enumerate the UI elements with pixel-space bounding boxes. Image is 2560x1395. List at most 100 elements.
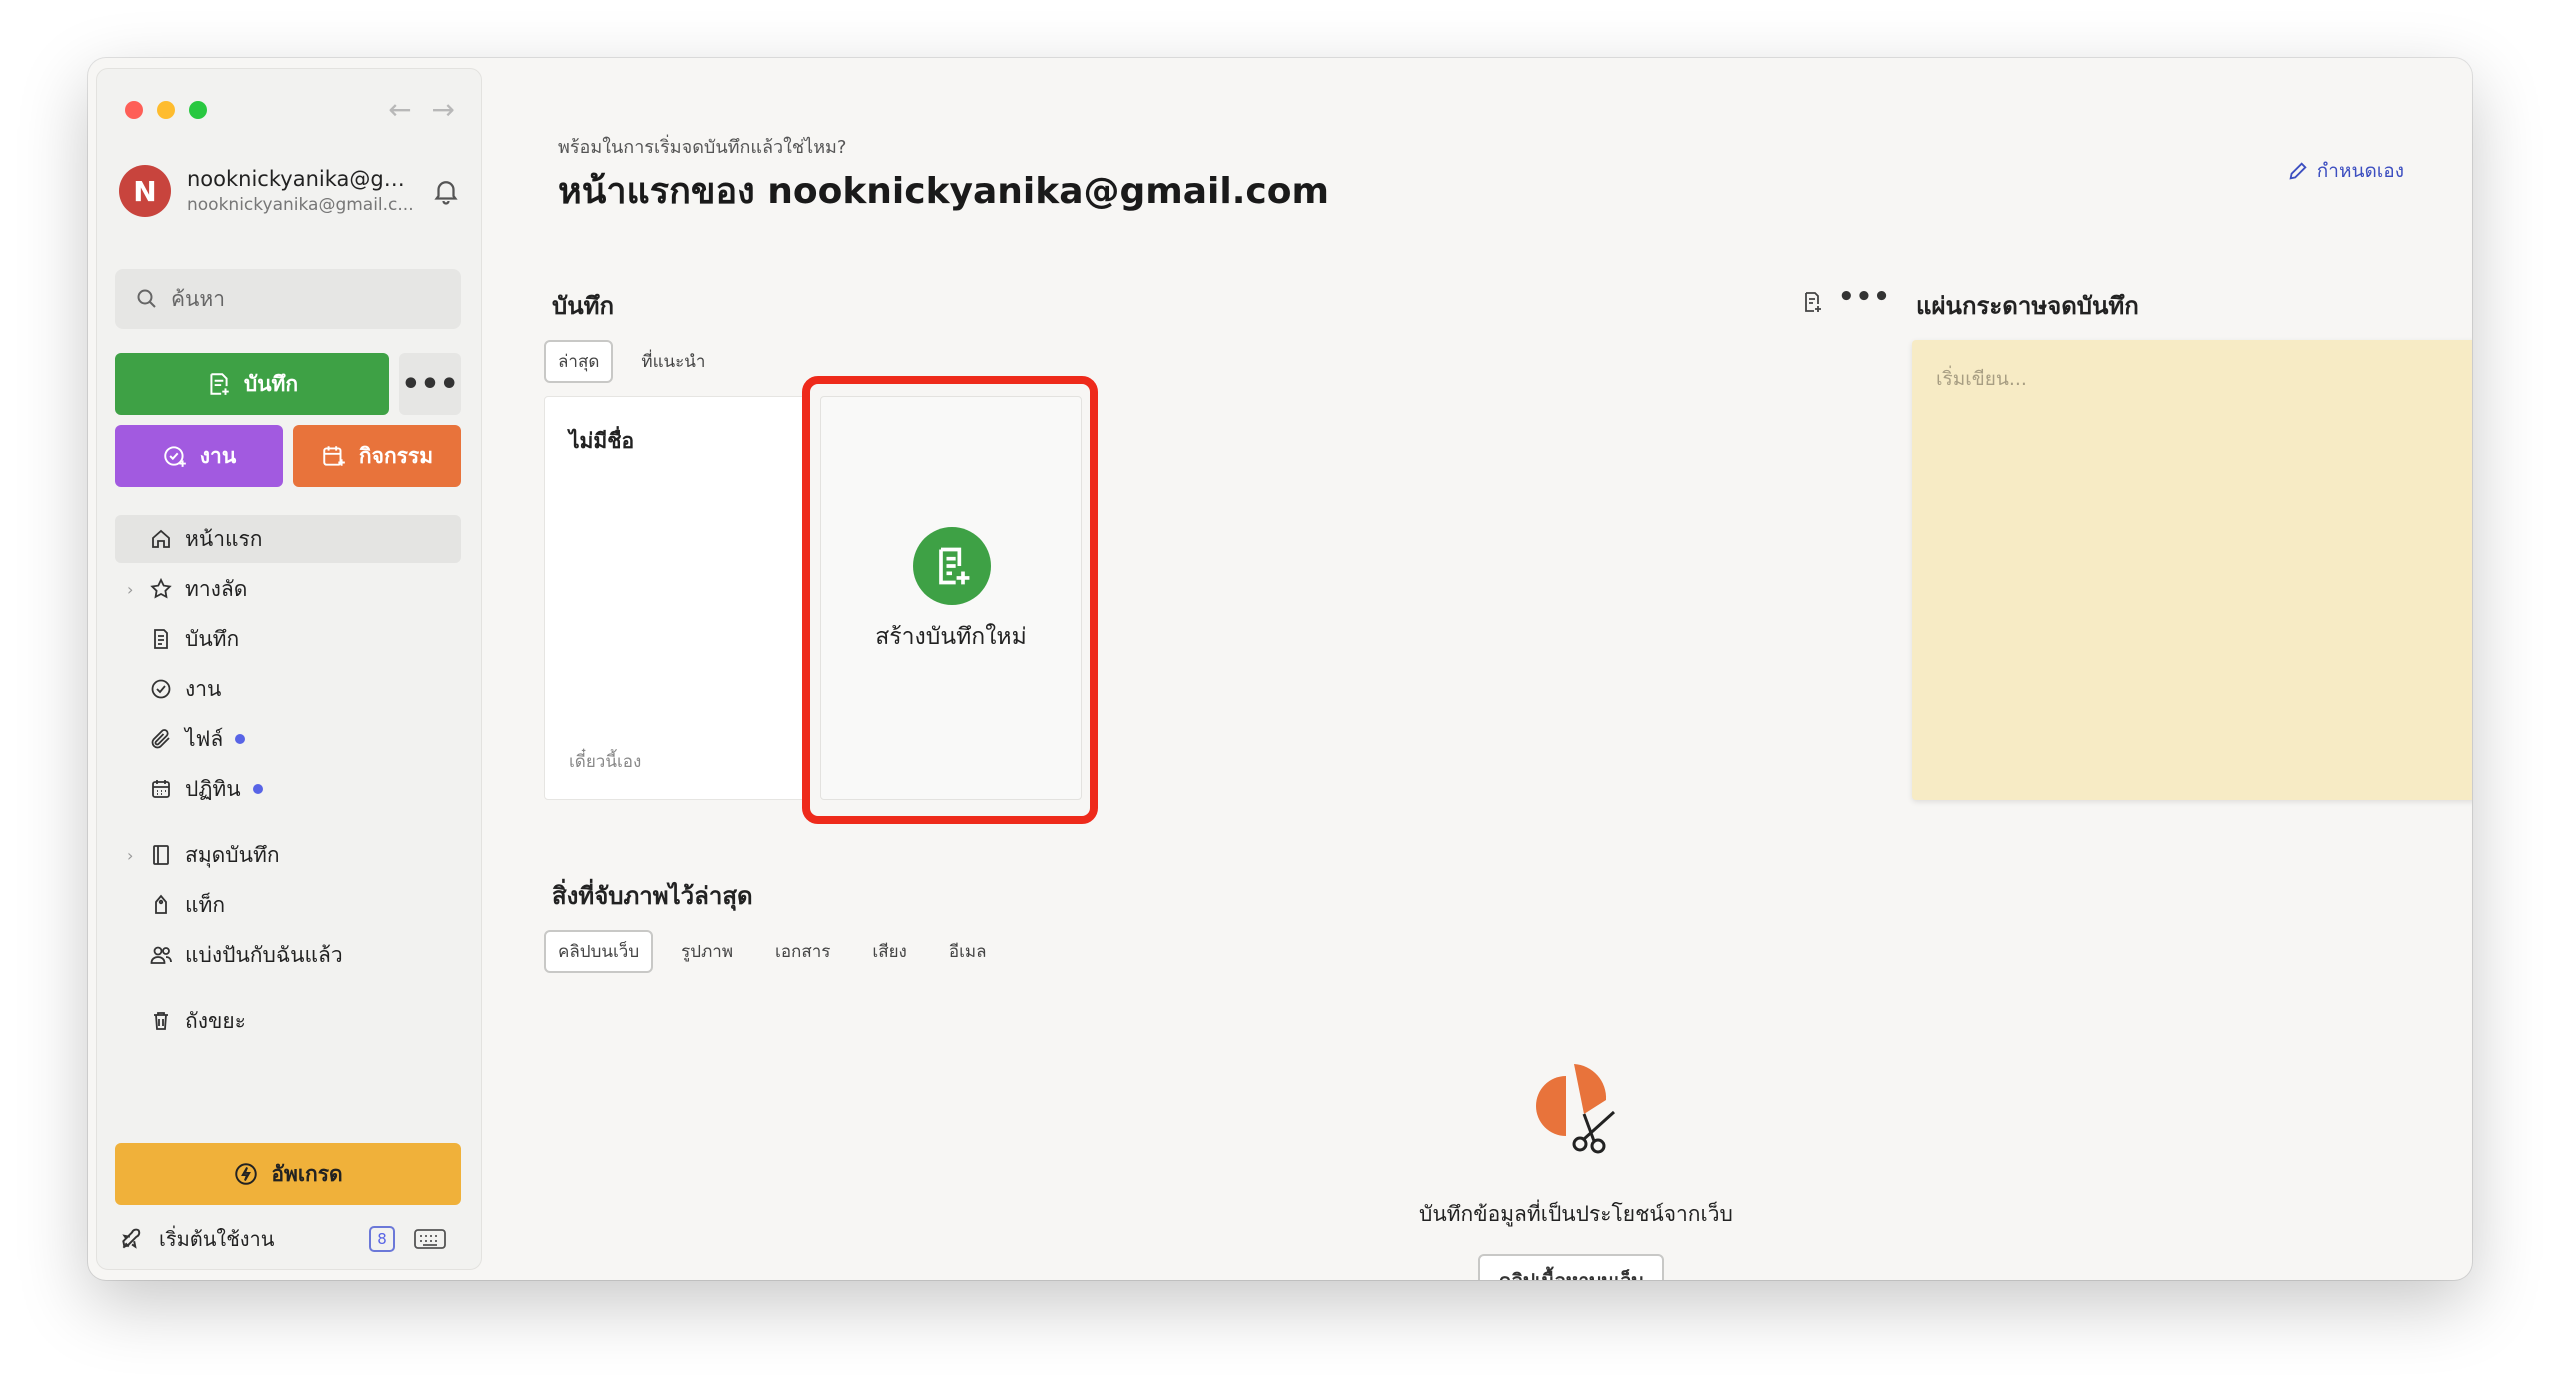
sidebar: ← → N nooknickyanika@gm... nooknickyanik… — [96, 68, 482, 1270]
history-nav: ← → — [388, 93, 455, 126]
star-icon — [150, 577, 172, 599]
back-arrow-icon[interactable]: ← — [388, 93, 411, 126]
people-icon — [150, 946, 172, 964]
tab-documents[interactable]: เอกสาร — [761, 930, 844, 973]
notes-widget-more-button[interactable]: ••• — [1838, 282, 1891, 312]
bell-icon[interactable] — [431, 176, 461, 206]
tab-suggested[interactable]: ที่แนะนำ — [627, 340, 719, 383]
trash-icon — [154, 1012, 168, 1030]
highlight-box — [802, 376, 1098, 824]
sidebar-item-label: ถังขยะ — [185, 1008, 246, 1033]
search-box[interactable] — [115, 269, 461, 329]
account-switcher[interactable]: N nooknickyanika@gm... nooknickyanika@gm… — [119, 161, 461, 221]
new-event-button[interactable]: กิจกรรม — [293, 425, 461, 487]
forward-arrow-icon[interactable]: → — [432, 93, 455, 126]
note-card-date: เดี๋ยวนี้เอง — [569, 752, 642, 772]
new-note-label: บันทึก — [243, 371, 299, 396]
sidebar-item-label: แท็ก — [185, 892, 226, 917]
search-input[interactable] — [171, 287, 431, 311]
avatar[interactable]: N — [119, 165, 171, 217]
sidebar-item-shared[interactable]: แบ่งปันกับฉันแล้ว — [115, 931, 461, 979]
task-add-icon — [164, 446, 186, 467]
tab-images[interactable]: รูปภาพ — [667, 930, 747, 973]
sidebar-item-label: สมุดบันทึก — [185, 842, 280, 867]
pencil-icon — [2289, 162, 2307, 180]
account-email: nooknickyanika@gmail.c... — [187, 195, 414, 215]
tab-audio[interactable]: เสียง — [858, 930, 920, 973]
customize-label: กำหนดเอง — [2316, 160, 2404, 182]
sidebar-item-label: แบ่งปันกับฉันแล้ว — [185, 942, 343, 967]
upgrade-label: อัพเกรด — [271, 1161, 343, 1186]
sidebar-item-home[interactable]: หน้าแรก — [115, 515, 461, 563]
chevron-right-icon[interactable]: › — [127, 580, 133, 599]
keyboard-icon[interactable] — [413, 1226, 447, 1252]
captures-tabs: คลิปบนเว็บ รูปภาพ เอกสาร เสียง อีเมล — [544, 930, 1001, 973]
scratchpad — [1912, 340, 2472, 800]
sidebar-item-notes[interactable]: บันทึก — [115, 615, 461, 663]
notebook-icon — [153, 845, 169, 865]
tab-email[interactable]: อีเมล — [935, 930, 1001, 973]
note-card[interactable]: ไม่มีชื่อ เดี๋ยวนี้เอง — [544, 396, 806, 800]
check-circle-icon — [151, 679, 171, 699]
main-content: พร้อมในการเริ่มจดบันทึกแล้วใช่ไหม? หน้าแ… — [482, 58, 2472, 1280]
note-card-title: ไม่มีชื่อ — [569, 429, 635, 453]
new-event-label: กิจกรรม — [358, 443, 434, 468]
new-note-icon[interactable] — [1800, 290, 1824, 314]
search-icon — [137, 289, 156, 308]
tab-web-clips[interactable]: คลิปบนเว็บ — [544, 930, 654, 973]
account-info: nooknickyanika@gm... nooknickyanika@gmai… — [187, 167, 417, 215]
notes-widget-title: บันทึก — [552, 292, 614, 320]
page-subtitle: พร้อมในการเริ่มจดบันทึกแล้วใช่ไหม? — [558, 137, 847, 158]
app-window: ← → N nooknickyanika@gm... nooknickyanik… — [88, 58, 2472, 1280]
web-clipper-illustration-icon — [1536, 1064, 1616, 1154]
note-add-icon — [210, 373, 229, 395]
sidebar-item-trash[interactable]: ถังขยะ — [115, 997, 461, 1045]
sidebar-item-label: ปฏิทิน — [185, 776, 241, 801]
scratchpad-title: แผ่นกระดาษจดบันทึก — [1916, 292, 2139, 320]
zoom-window-button[interactable] — [189, 101, 207, 119]
sidebar-item-shortcuts[interactable]: › ทางลัด — [115, 565, 461, 613]
sidebar-item-label: ทางลัด — [185, 576, 248, 601]
get-started-label: เริ่มต้นใช้งาน — [159, 1227, 275, 1251]
rocket-icon — [122, 1228, 141, 1249]
customize-button[interactable]: กำหนดเอง — [2287, 156, 2404, 186]
tab-recent[interactable]: ล่าสุด — [544, 340, 614, 383]
new-indicator-dot — [252, 784, 263, 794]
sidebar-item-label: บันทึก — [185, 626, 240, 651]
calendar-icon — [152, 780, 170, 798]
get-started-row[interactable]: เริ่มต้นใช้งาน 8 — [119, 1219, 461, 1259]
get-started-count-badge: 8 — [369, 1226, 395, 1252]
minimize-window-button[interactable] — [157, 101, 175, 119]
sidebar-item-label: หน้าแรก — [185, 526, 263, 551]
clip-web-content-button[interactable]: คลิปเนื้อหาบนเว็บ — [1478, 1254, 1664, 1280]
sidebar-item-files[interactable]: ไฟล์ — [115, 715, 461, 763]
captures-title: สิ่งที่จับภาพไว้ล่าสุด — [552, 882, 753, 910]
account-name: nooknickyanika@gm... — [187, 167, 417, 191]
sidebar-item-tasks[interactable]: งาน — [115, 665, 461, 713]
calendar-add-icon — [323, 446, 345, 466]
new-note-button[interactable]: บันทึก — [115, 353, 389, 415]
sidebar-item-tags[interactable]: แท็ก — [115, 881, 461, 929]
new-task-button[interactable]: งาน — [115, 425, 283, 487]
scratchpad-input[interactable] — [1936, 364, 2472, 764]
upgrade-button[interactable]: อัพเกรด — [115, 1143, 461, 1205]
note-icon — [154, 629, 168, 649]
close-window-button[interactable] — [125, 101, 143, 119]
sidebar-item-calendar[interactable]: ปฏิทิน — [115, 765, 461, 813]
page-title: หน้าแรกของ nooknickyanika@gmail.com — [558, 171, 1329, 212]
home-icon — [152, 529, 170, 548]
sidebar-item-notebooks[interactable]: › สมุดบันทึก — [115, 831, 461, 879]
notes-widget-tabs: ล่าสุด ที่แนะนำ — [544, 340, 719, 383]
tag-icon — [155, 894, 167, 914]
sidebar-item-label: งาน — [185, 676, 222, 701]
paperclip-icon — [151, 729, 170, 749]
captures-empty-text: บันทึกข้อมูลที่เป็นประโยชน์จากเว็บ — [1419, 1202, 1733, 1226]
chevron-right-icon[interactable]: › — [127, 846, 133, 865]
window-controls — [125, 101, 207, 119]
new-indicator-dot — [235, 734, 246, 744]
sidebar-nav: หน้าแรก › ทางลัด บันทึก งาน ไฟล์ ปฏิทิน … — [115, 515, 461, 1047]
more-create-button[interactable]: ••• — [399, 353, 461, 415]
sidebar-item-label: ไฟล์ — [185, 726, 224, 751]
upgrade-icon — [235, 1163, 258, 1185]
new-task-label: งาน — [199, 443, 237, 468]
